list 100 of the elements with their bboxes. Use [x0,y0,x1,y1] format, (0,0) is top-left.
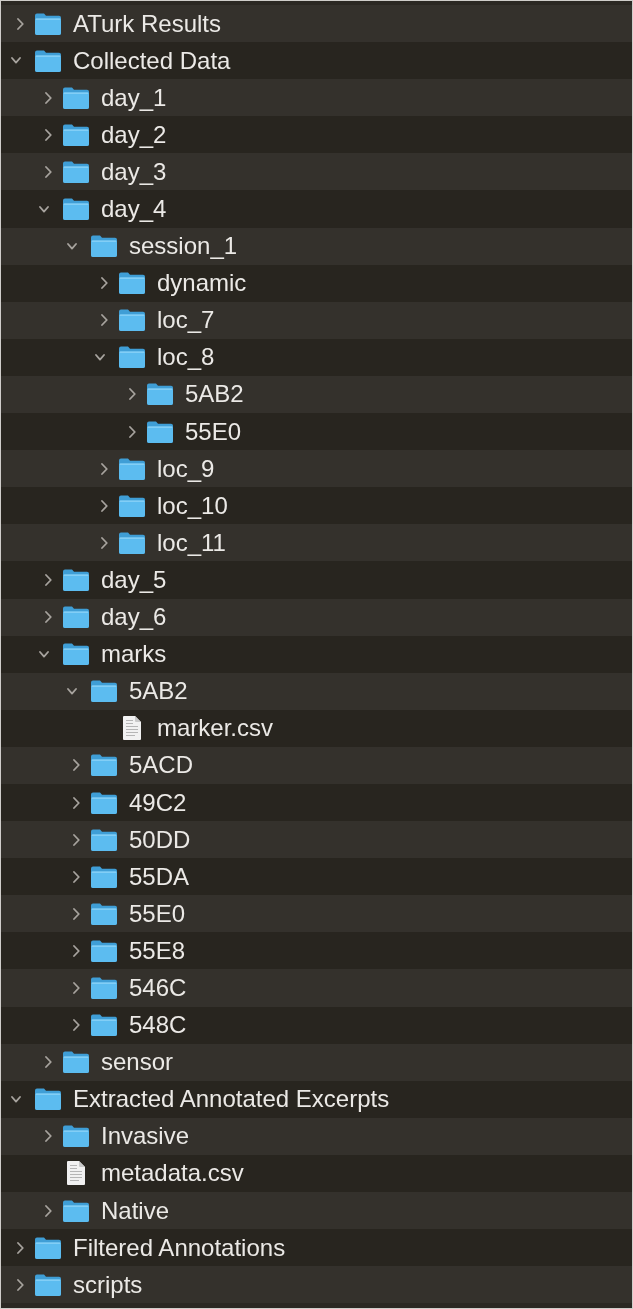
folder-row[interactable]: day_2 [1,116,632,154]
folder-row[interactable]: Invasive [1,1117,632,1155]
folder-row[interactable]: Extracted Annotated Excerpts [1,1080,632,1118]
chevron-right-icon[interactable] [101,462,108,475]
document-icon [67,1161,85,1186]
chevron-right-icon[interactable] [101,314,108,327]
chevron-right-icon[interactable] [17,17,24,30]
folder-row[interactable]: loc_10 [1,487,632,525]
chevron-right-icon[interactable] [101,499,108,512]
chevron-right-icon[interactable] [45,165,52,178]
chevron-right-icon[interactable] [129,425,136,438]
chevron-right-icon[interactable] [73,982,80,994]
folder-icon [147,383,173,406]
folder-row[interactable]: loc_9 [1,450,632,488]
chevron-down-icon[interactable] [67,242,77,250]
chevron-right-icon[interactable] [17,1241,24,1254]
folder-icon [35,1273,61,1296]
folder-row[interactable]: scripts [1,1266,632,1304]
folder-row[interactable]: 5AB2 [1,672,632,710]
folder-row[interactable]: loc_7 [1,301,632,339]
chevron-down-icon[interactable] [39,205,49,213]
folder-icon [63,568,89,591]
chevron-right-icon[interactable] [17,1278,24,1291]
folder-row[interactable]: 548C [1,1006,632,1044]
folder-row[interactable]: 55E8 [1,932,632,970]
folder-icon [91,865,117,888]
folder-row[interactable]: 49C2 [1,783,632,822]
folder-icon [91,902,117,925]
chevron-down-icon[interactable] [67,687,77,695]
folder-icon [91,1014,117,1037]
folder-row[interactable]: day_5 [1,561,632,599]
folder-row[interactable]: day_3 [1,153,632,191]
folder-icon [63,160,89,183]
folder-row[interactable]: day_1 [1,79,632,117]
file-row[interactable]: marker.csv [1,709,632,747]
chevron-down-icon[interactable] [11,1095,21,1103]
chevron-down-icon[interactable] [11,57,21,65]
chevron-right-icon[interactable] [73,796,80,809]
folder-icon [91,977,117,999]
chevron-right-icon[interactable] [73,759,80,772]
folder-row[interactable]: 55E0 [1,413,632,451]
folder-row[interactable]: sensor [1,1043,632,1081]
chevron-right-icon[interactable] [101,277,108,290]
folder-icon [119,272,145,295]
folder-row[interactable]: Filtered Annotations [1,1229,632,1267]
chevron-right-icon[interactable] [73,833,80,846]
folder-row[interactable]: marks [1,635,632,673]
folder-icon [91,828,117,851]
folder-row[interactable]: Collected Data [1,42,632,80]
folder-icon [63,1051,89,1074]
folder-row[interactable]: 5AB2 [1,375,632,414]
chevron-right-icon[interactable] [45,611,52,624]
folder-row[interactable]: Native [1,1192,632,1230]
folder-icon [63,606,89,629]
folder-row[interactable]: loc_8 [1,338,632,376]
folder-icon [119,309,145,332]
folder-icon [35,49,61,72]
folder-row[interactable]: dynamic [1,264,632,302]
folder-icon [119,457,145,480]
folder-icon [91,939,117,962]
folder-icon [91,680,117,703]
folder-icon [35,12,61,35]
folder-icon [147,420,173,443]
folder-icon [119,494,145,517]
chevron-down-icon[interactable] [95,353,105,361]
folder-row[interactable]: session_1 [1,227,632,265]
file-row[interactable]: metadata.csv [1,1154,632,1192]
folder-row[interactable]: 55E0 [1,895,632,933]
folder-icon [63,198,89,220]
chevron-right-icon[interactable] [45,1204,52,1217]
folder-icon [119,531,145,554]
folder-row[interactable]: 55DA [1,858,632,896]
folder-row[interactable]: ATurk Results [1,5,632,43]
chevron-right-icon[interactable] [45,573,52,586]
folder-row[interactable]: 546C [1,969,632,1007]
chevron-right-icon[interactable] [45,91,52,104]
folder-row[interactable]: loc_11 [1,524,632,562]
folder-row[interactable]: day_6 [1,598,632,636]
folder-icon [35,1088,61,1111]
folder-icon [35,1236,61,1259]
chevron-right-icon[interactable] [73,870,80,883]
folder-icon [91,791,117,814]
folder-row[interactable]: 5ACD [1,746,632,784]
folder-icon [63,643,89,666]
chevron-right-icon[interactable] [101,536,108,549]
folder-icon [91,235,117,258]
folder-row[interactable]: day_4 [1,190,632,228]
folder-icon [119,346,145,369]
folder-row[interactable]: 50DD [1,821,632,859]
chevron-right-icon[interactable] [45,1056,52,1069]
chevron-down-icon[interactable] [39,650,49,658]
folder-icon [63,1199,89,1222]
document-icon [123,716,141,741]
chevron-right-icon[interactable] [73,944,80,957]
folder-icon [63,1125,89,1148]
chevron-right-icon[interactable] [73,907,80,920]
chevron-right-icon[interactable] [73,1019,80,1032]
chevron-right-icon[interactable] [45,128,52,141]
chevron-right-icon[interactable] [129,388,136,401]
chevron-right-icon[interactable] [45,1130,52,1143]
